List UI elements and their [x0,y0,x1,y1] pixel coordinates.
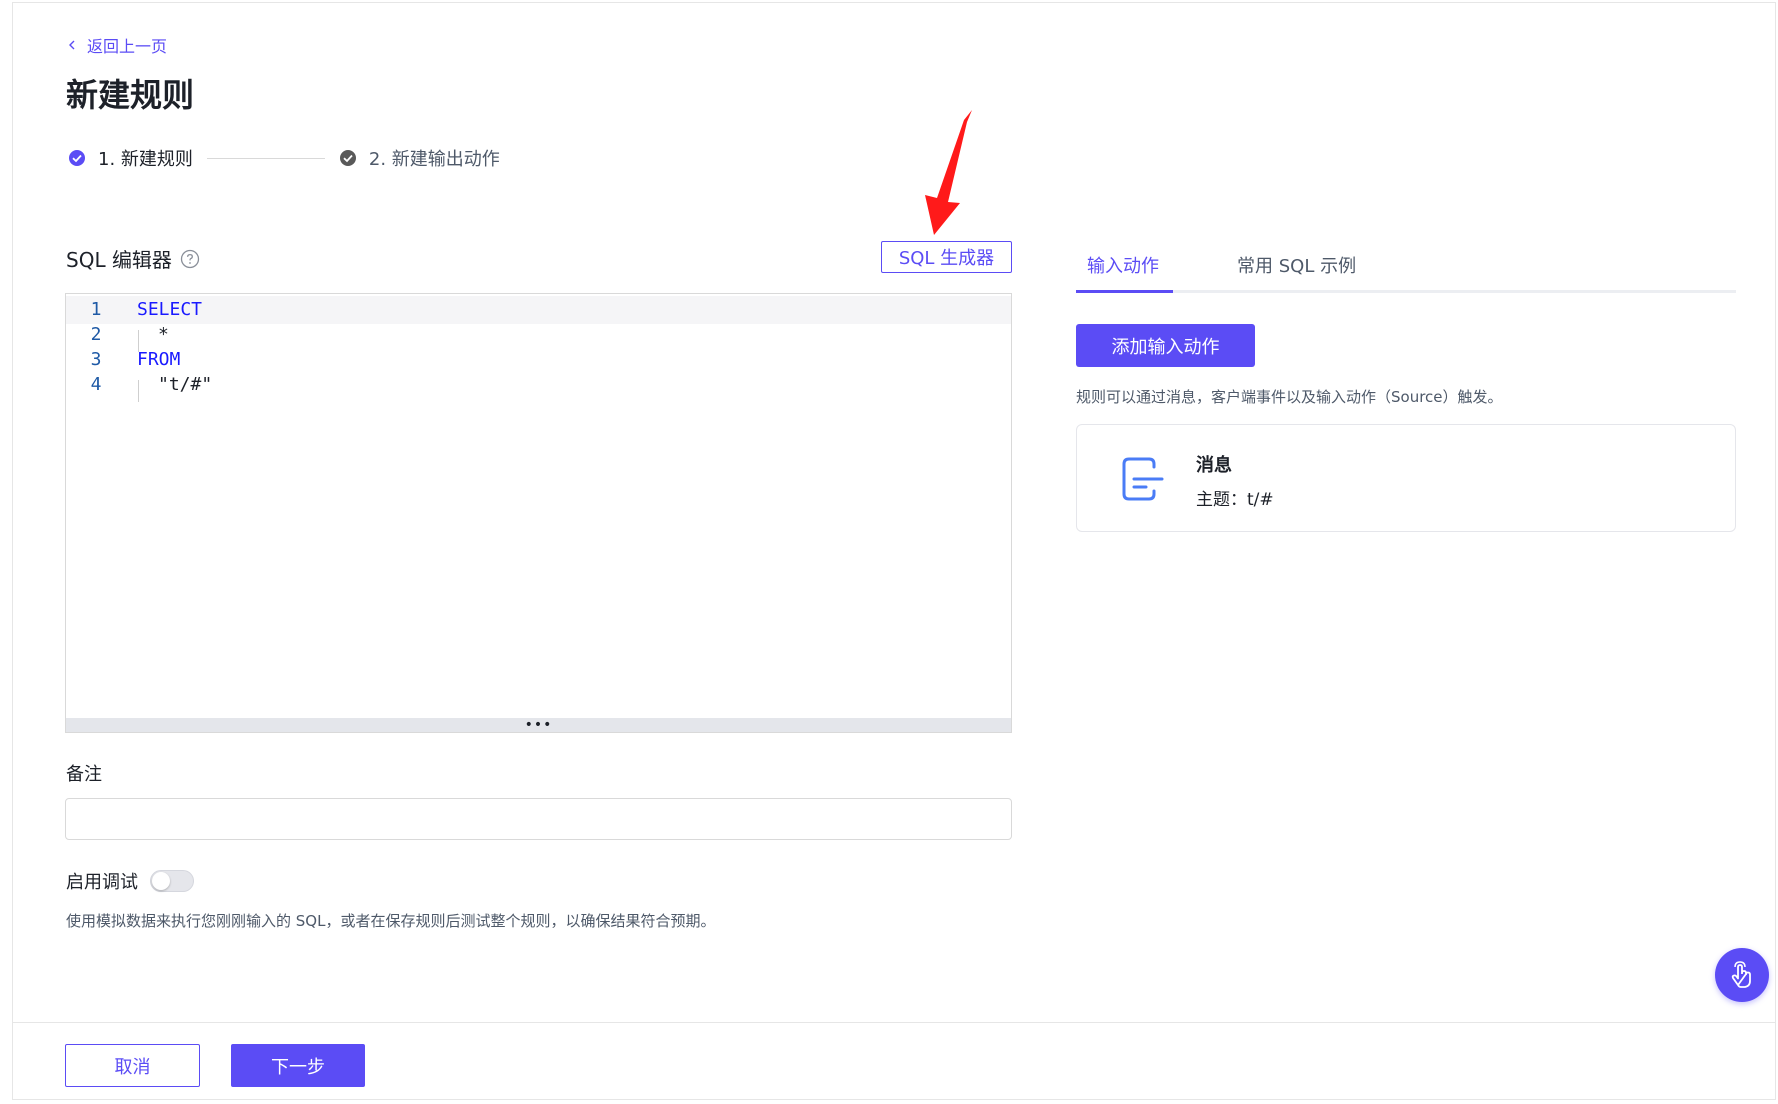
steps: 1. 新建规则 2. 新建输出动作 [68,146,500,170]
line-number: 3 [90,349,102,370]
pointer-hand-icon [1731,961,1751,988]
code-line[interactable]: 4 "t/#" [66,371,1011,399]
code-line[interactable]: 2 * [66,321,1011,349]
resize-dots-icon: ••• [524,717,553,733]
step-new-rule: 1. 新建规则 [68,145,193,171]
next-step-button[interactable]: 下一步 [231,1044,365,1087]
page-title: 新建规则 [66,76,195,114]
check-circle-icon [69,150,85,166]
sql-editor-label: SQL 编辑器 [66,244,200,273]
code-text: * [158,324,169,345]
toggle-knob [152,872,170,890]
step-label: 1. 新建规则 [98,149,193,170]
back-link-label: 返回上一页 [87,37,168,56]
step-label: 2. 新建输出动作 [368,149,500,170]
code-keyword: FROM [137,349,181,370]
message-source-icon [1122,457,1164,501]
debug-row: 启用调试 [66,868,194,894]
debug-description: 使用模拟数据来执行您刚刚输入的 SQL，或者在保存规则后测试整个规则，以确保结果… [66,912,716,930]
step-connector [206,157,325,159]
line-number: 1 [90,299,102,320]
remark-input[interactable] [65,798,1012,840]
sql-generator-button[interactable]: SQL 生成器 [881,241,1012,273]
floating-help-button[interactable] [1715,948,1769,1002]
chevron-left-icon [69,40,75,50]
back-link[interactable]: 返回上一页 [67,33,167,57]
line-number: 2 [90,324,102,345]
tab-sql-examples[interactable]: 常用 SQL 示例 [1237,252,1356,278]
step-new-output-action: 2. 新建输出动作 [339,145,500,171]
line-number: 4 [90,374,102,395]
add-input-action-button[interactable]: 添加输入动作 [1076,324,1255,367]
editor-resize-handle[interactable]: ••• [66,718,1011,732]
code-line[interactable]: 1 SELECT [66,296,1011,324]
source-card-message[interactable]: 消息 主题：t/# [1076,424,1736,532]
rule-trigger-description: 规则可以通过消息，客户端事件以及输入动作（Source）触发。 [1076,388,1503,406]
code-line[interactable]: 3 FROM [66,346,1011,374]
cancel-button[interactable]: 取消 [65,1044,200,1087]
tab-input-actions[interactable]: 输入动作 [1087,252,1159,278]
sql-code-editor[interactable]: 1 SELECT 2 * 3 FROM 4 "t/#" ••• [65,293,1012,733]
code-text: "t/#" [158,374,213,395]
debug-toggle[interactable] [150,870,194,892]
source-card-title: 消息 [1196,455,1232,476]
right-panel-tabs: 输入动作 常用 SQL 示例 [1076,248,1736,293]
code-keyword: SELECT [137,299,203,320]
source-card-topic: 主题：t/# [1196,490,1274,510]
debug-label: 启用调试 [66,872,138,893]
footer-divider [12,1022,1776,1023]
check-circle-icon [339,150,356,166]
annotation-arrow [925,110,972,235]
help-icon[interactable] [180,249,200,269]
remark-label: 备注 [66,764,102,785]
sql-editor-title: SQL 编辑器 [66,248,172,272]
active-tab-indicator [1076,290,1173,293]
